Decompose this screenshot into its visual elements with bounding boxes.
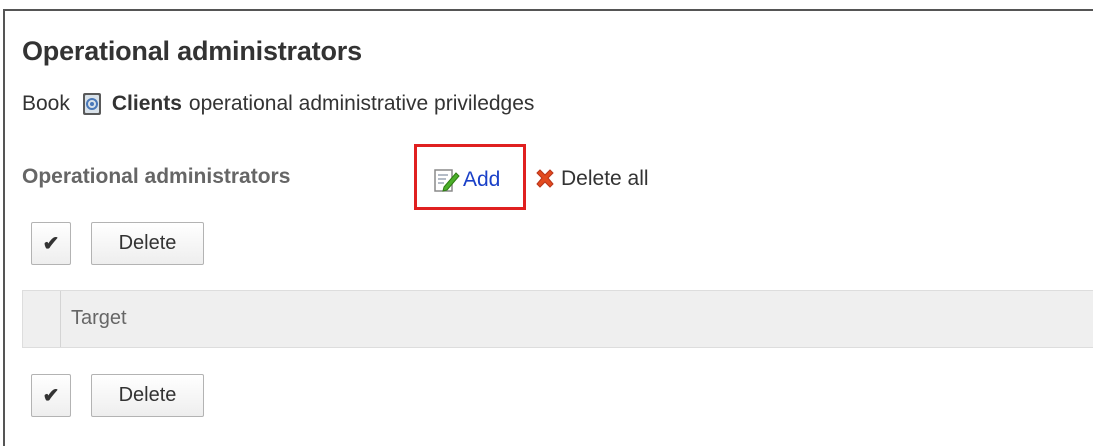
checkbox-column-header [23, 291, 61, 347]
edit-add-icon [432, 166, 460, 194]
add-label[interactable]: Add [463, 168, 500, 192]
subtitle-suffix: operational administrative priviledges [188, 92, 535, 115]
delete-all-link[interactable]: Delete all [532, 166, 649, 192]
page-title: Operational administrators [22, 36, 362, 66]
delete-button-bottom[interactable]: Delete [91, 374, 204, 417]
delete-all-label[interactable]: Delete all [561, 167, 649, 191]
address-book-icon [80, 92, 104, 116]
select-all-checkbox-button[interactable]: ✔ [31, 222, 71, 265]
delete-button-top[interactable]: Delete [91, 222, 204, 265]
column-header-target: Target [71, 307, 127, 329]
table-header: Target [22, 290, 1093, 348]
subtitle-prefix: Book [22, 92, 70, 115]
section-header: Operational administrators [22, 165, 290, 189]
add-link[interactable]: Add [432, 166, 500, 194]
book-name: Clients [111, 92, 182, 115]
page-subtitle: Book Clients operational administrative … [22, 92, 534, 116]
select-all-checkbox-button-bottom[interactable]: ✔ [31, 374, 71, 417]
delete-x-icon [532, 166, 558, 192]
section-label: Operational administrators [22, 165, 291, 188]
